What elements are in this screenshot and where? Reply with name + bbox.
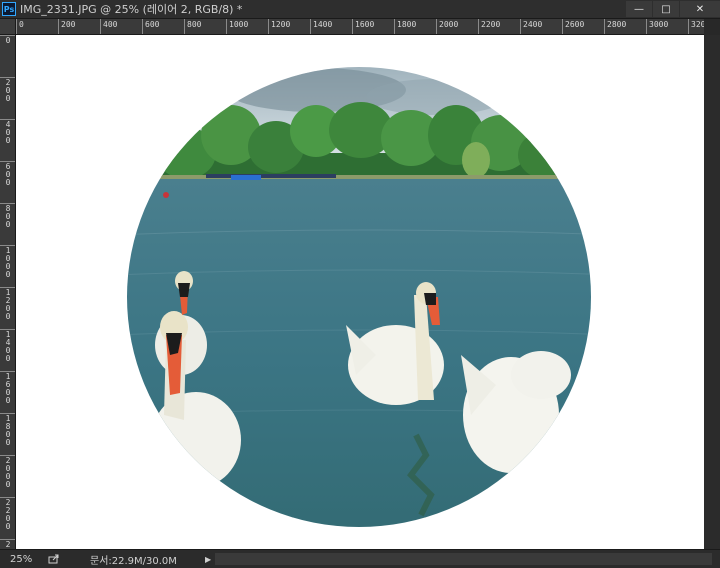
- ruler-h-label: 800: [187, 20, 202, 29]
- ruler-origin[interactable]: [0, 19, 16, 35]
- ruler-h-label: 400: [103, 20, 118, 29]
- ruler-h-tick: 800: [184, 19, 201, 34]
- ruler-h-label: 1000: [229, 20, 249, 29]
- ruler-h-tick: 3000: [646, 19, 668, 34]
- ruler-h-tick: 0: [16, 19, 24, 34]
- ruler-h-tick: 2400: [520, 19, 542, 34]
- ruler-v-label: 0: [5, 36, 11, 45]
- maximize-icon[interactable]: □: [653, 1, 679, 17]
- document-tab-title[interactable]: IMG_2331.JPG @ 25% (레이어 2, RGB/8) *: [20, 1, 242, 17]
- ruler-v-tick: 2: [0, 539, 15, 549]
- status-bar: 25% 문서:22.9M/30.0M ▶: [0, 549, 720, 568]
- ruler-h-label: 0: [19, 20, 24, 29]
- ruler-v-tick: 1200: [0, 287, 15, 330]
- ruler-h-label: 1800: [397, 20, 417, 29]
- zoom-level[interactable]: 25%: [10, 554, 40, 565]
- ruler-h-tick: 1400: [310, 19, 332, 34]
- ruler-h-tick: 2200: [478, 19, 500, 34]
- ruler-h-tick: 1200: [268, 19, 290, 34]
- ruler-h-label: 1600: [355, 20, 375, 29]
- ruler-v-label: 800: [5, 204, 11, 229]
- ruler-h-label: 2200: [481, 20, 501, 29]
- vertical-ruler[interactable]: 0 200 400 600 800 1000 1200 1400 1600 1800 2000 220…: [0, 35, 16, 549]
- ruler-v-label: 1000: [5, 246, 11, 279]
- ruler-v-label: 2000: [5, 456, 11, 489]
- share-icon[interactable]: [48, 554, 60, 564]
- ruler-h-tick: 1000: [226, 19, 248, 34]
- ruler-v-tick: 200: [0, 77, 15, 120]
- ruler-h-label: 2400: [523, 20, 543, 29]
- ruler-h-tick: 400: [100, 19, 117, 34]
- horizontal-scrollbar[interactable]: [215, 553, 712, 565]
- ruler-h-label: 1400: [313, 20, 333, 29]
- photo-layer: [127, 67, 591, 527]
- window-controls: — □ ✕: [625, 0, 720, 18]
- ruler-v-tick: 1800: [0, 413, 15, 456]
- document-size: 문서:22.9M/30.0M: [90, 555, 177, 567]
- minimize-icon[interactable]: —: [626, 1, 652, 17]
- vertical-scrollbar[interactable]: [704, 35, 720, 549]
- ruler-h-tick: 2600: [562, 19, 584, 34]
- ruler-h-tick: 1600: [352, 19, 374, 34]
- ruler-v-tick: 1600: [0, 371, 15, 414]
- ruler-v-label: 1400: [5, 330, 11, 363]
- ruler-h-label: 2800: [607, 20, 627, 29]
- ruler-v-label: 1800: [5, 414, 11, 447]
- ruler-v-label: 200: [5, 78, 11, 103]
- ruler-v-tick: 2000: [0, 455, 15, 498]
- ruler-v-tick: 1400: [0, 329, 15, 372]
- ruler-v-label: 1200: [5, 288, 11, 321]
- title-bar: Ps IMG_2331.JPG @ 25% (레이어 2, RGB/8) * —…: [0, 0, 720, 19]
- horizontal-ruler[interactable]: 0 200 400 600 800 1000 1200 1400 1600 1800 2000 220…: [16, 19, 704, 35]
- ruler-v-label: 600: [5, 162, 11, 187]
- swan-right: [461, 351, 571, 473]
- ps-logo-icon: Ps: [2, 2, 16, 16]
- ruler-h-tick: 2000: [436, 19, 458, 34]
- ruler-v-tick: 600: [0, 161, 15, 204]
- ruler-h-tick: 1800: [394, 19, 416, 34]
- ruler-h-label: 3000: [649, 20, 669, 29]
- ruler-h-label: 600: [145, 20, 160, 29]
- ruler-h-tick: 3200: [688, 19, 704, 34]
- ruler-v-tick: 0: [0, 35, 15, 78]
- close-icon[interactable]: ✕: [680, 1, 720, 17]
- ruler-v-label: 1600: [5, 372, 11, 405]
- ruler-v-label: 400: [5, 120, 11, 145]
- ruler-h-label: 3200: [691, 20, 704, 29]
- document-canvas[interactable]: [16, 35, 704, 549]
- ruler-h-tick: 200: [58, 19, 75, 34]
- ruler-v-tick: 1000: [0, 245, 15, 288]
- ruler-v-tick: 2200: [0, 497, 15, 540]
- ruler-h-tick: 600: [142, 19, 159, 34]
- ruler-h-label: 1200: [271, 20, 291, 29]
- ruler-v-label: 2: [5, 540, 11, 549]
- ruler-v-tick: 800: [0, 203, 15, 246]
- ruler-v-tick: 400: [0, 119, 15, 162]
- ruler-h-tick: 2800: [604, 19, 626, 34]
- arrow-right-icon[interactable]: ▶: [205, 555, 211, 564]
- ruler-h-label: 200: [61, 20, 76, 29]
- ruler-v-label: 2200: [5, 498, 11, 531]
- ruler-h-label: 2000: [439, 20, 459, 29]
- ruler-h-label: 2600: [565, 20, 585, 29]
